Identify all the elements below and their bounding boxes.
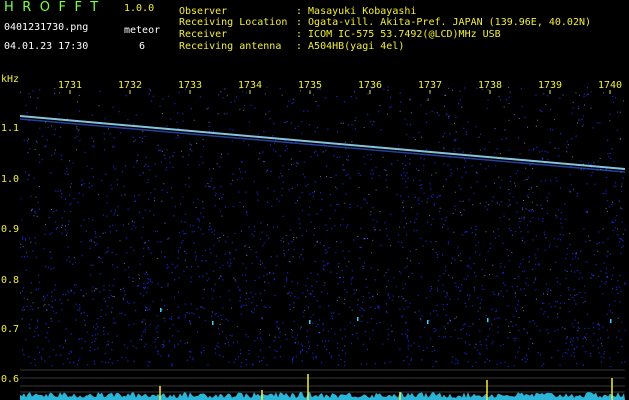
noise-field [20,86,627,368]
hrofft-window: HROFFT 1.0.0 0401231730.png 04.01.23 17:… [0,0,629,400]
receiver-label: Receiver [179,29,228,40]
app-version: 1.0.0 [124,3,155,14]
meteor-count: 6 [139,41,146,52]
echo-mark [357,317,359,321]
spectrum-strip [20,392,625,400]
x-tick-label: 1731 [58,80,83,91]
echo-mark [610,319,612,323]
noise-highlights [20,86,625,347]
x-tick-label: 1738 [478,80,503,91]
meteor-trace-glow [19,118,626,173]
x-tick-label: 1737 [418,80,443,91]
x-tick-label: 1739 [538,80,563,91]
axis-unit-label: kHz [1,74,20,85]
spectrogram-canvas [19,86,627,400]
y-tick-label: 0.9 [1,224,20,235]
location-label: Receiving Location [179,17,288,28]
antenna-value: : A504HB(yagi 4el) [296,41,405,52]
x-tick-label: 1733 [178,80,203,91]
file-name: 0401231730.png [4,22,89,33]
y-tick-label: 1.1 [1,123,20,134]
x-tick-label: 1740 [598,80,623,91]
date-time: 04.01.23 17:30 [4,41,89,52]
y-tick-label: 1.0 [1,174,20,185]
antenna-label: Receiving antenna [179,41,282,52]
x-tick-label: 1735 [298,80,323,91]
spectrogram-plot: kHz 1.1 1.0 0.9 0.8 0.7 0.6 1731 1732 17… [0,74,629,400]
app-title: HROFFT [4,0,107,15]
echo-mark [160,308,162,312]
location-value: : Ogata-vill. Akita-Pref. JAPAN (139.96E… [296,17,592,28]
observer-label: Observer [179,6,228,17]
meteor-trace [19,115,626,170]
echo-mark [427,320,429,324]
receiver-value: : ICOM IC-575 53.7492(@LCD)MHz USB [296,29,501,40]
y-tick-label: 0.8 [1,275,20,286]
y-tick-label: 0.7 [1,324,20,335]
echo-mark [487,318,489,322]
y-tick-label: 0.6 [1,374,20,385]
echo-mark [212,321,214,325]
header-panel: HROFFT 1.0.0 0401231730.png 04.01.23 17:… [0,0,629,74]
x-tick-label: 1732 [118,80,143,91]
echo-mark [309,320,311,324]
meteor-label: meteor [124,25,161,36]
x-tick-label: 1736 [358,80,383,91]
x-tick-label: 1734 [238,80,263,91]
observer-value: : Masayuki Kobayashi [296,6,417,17]
